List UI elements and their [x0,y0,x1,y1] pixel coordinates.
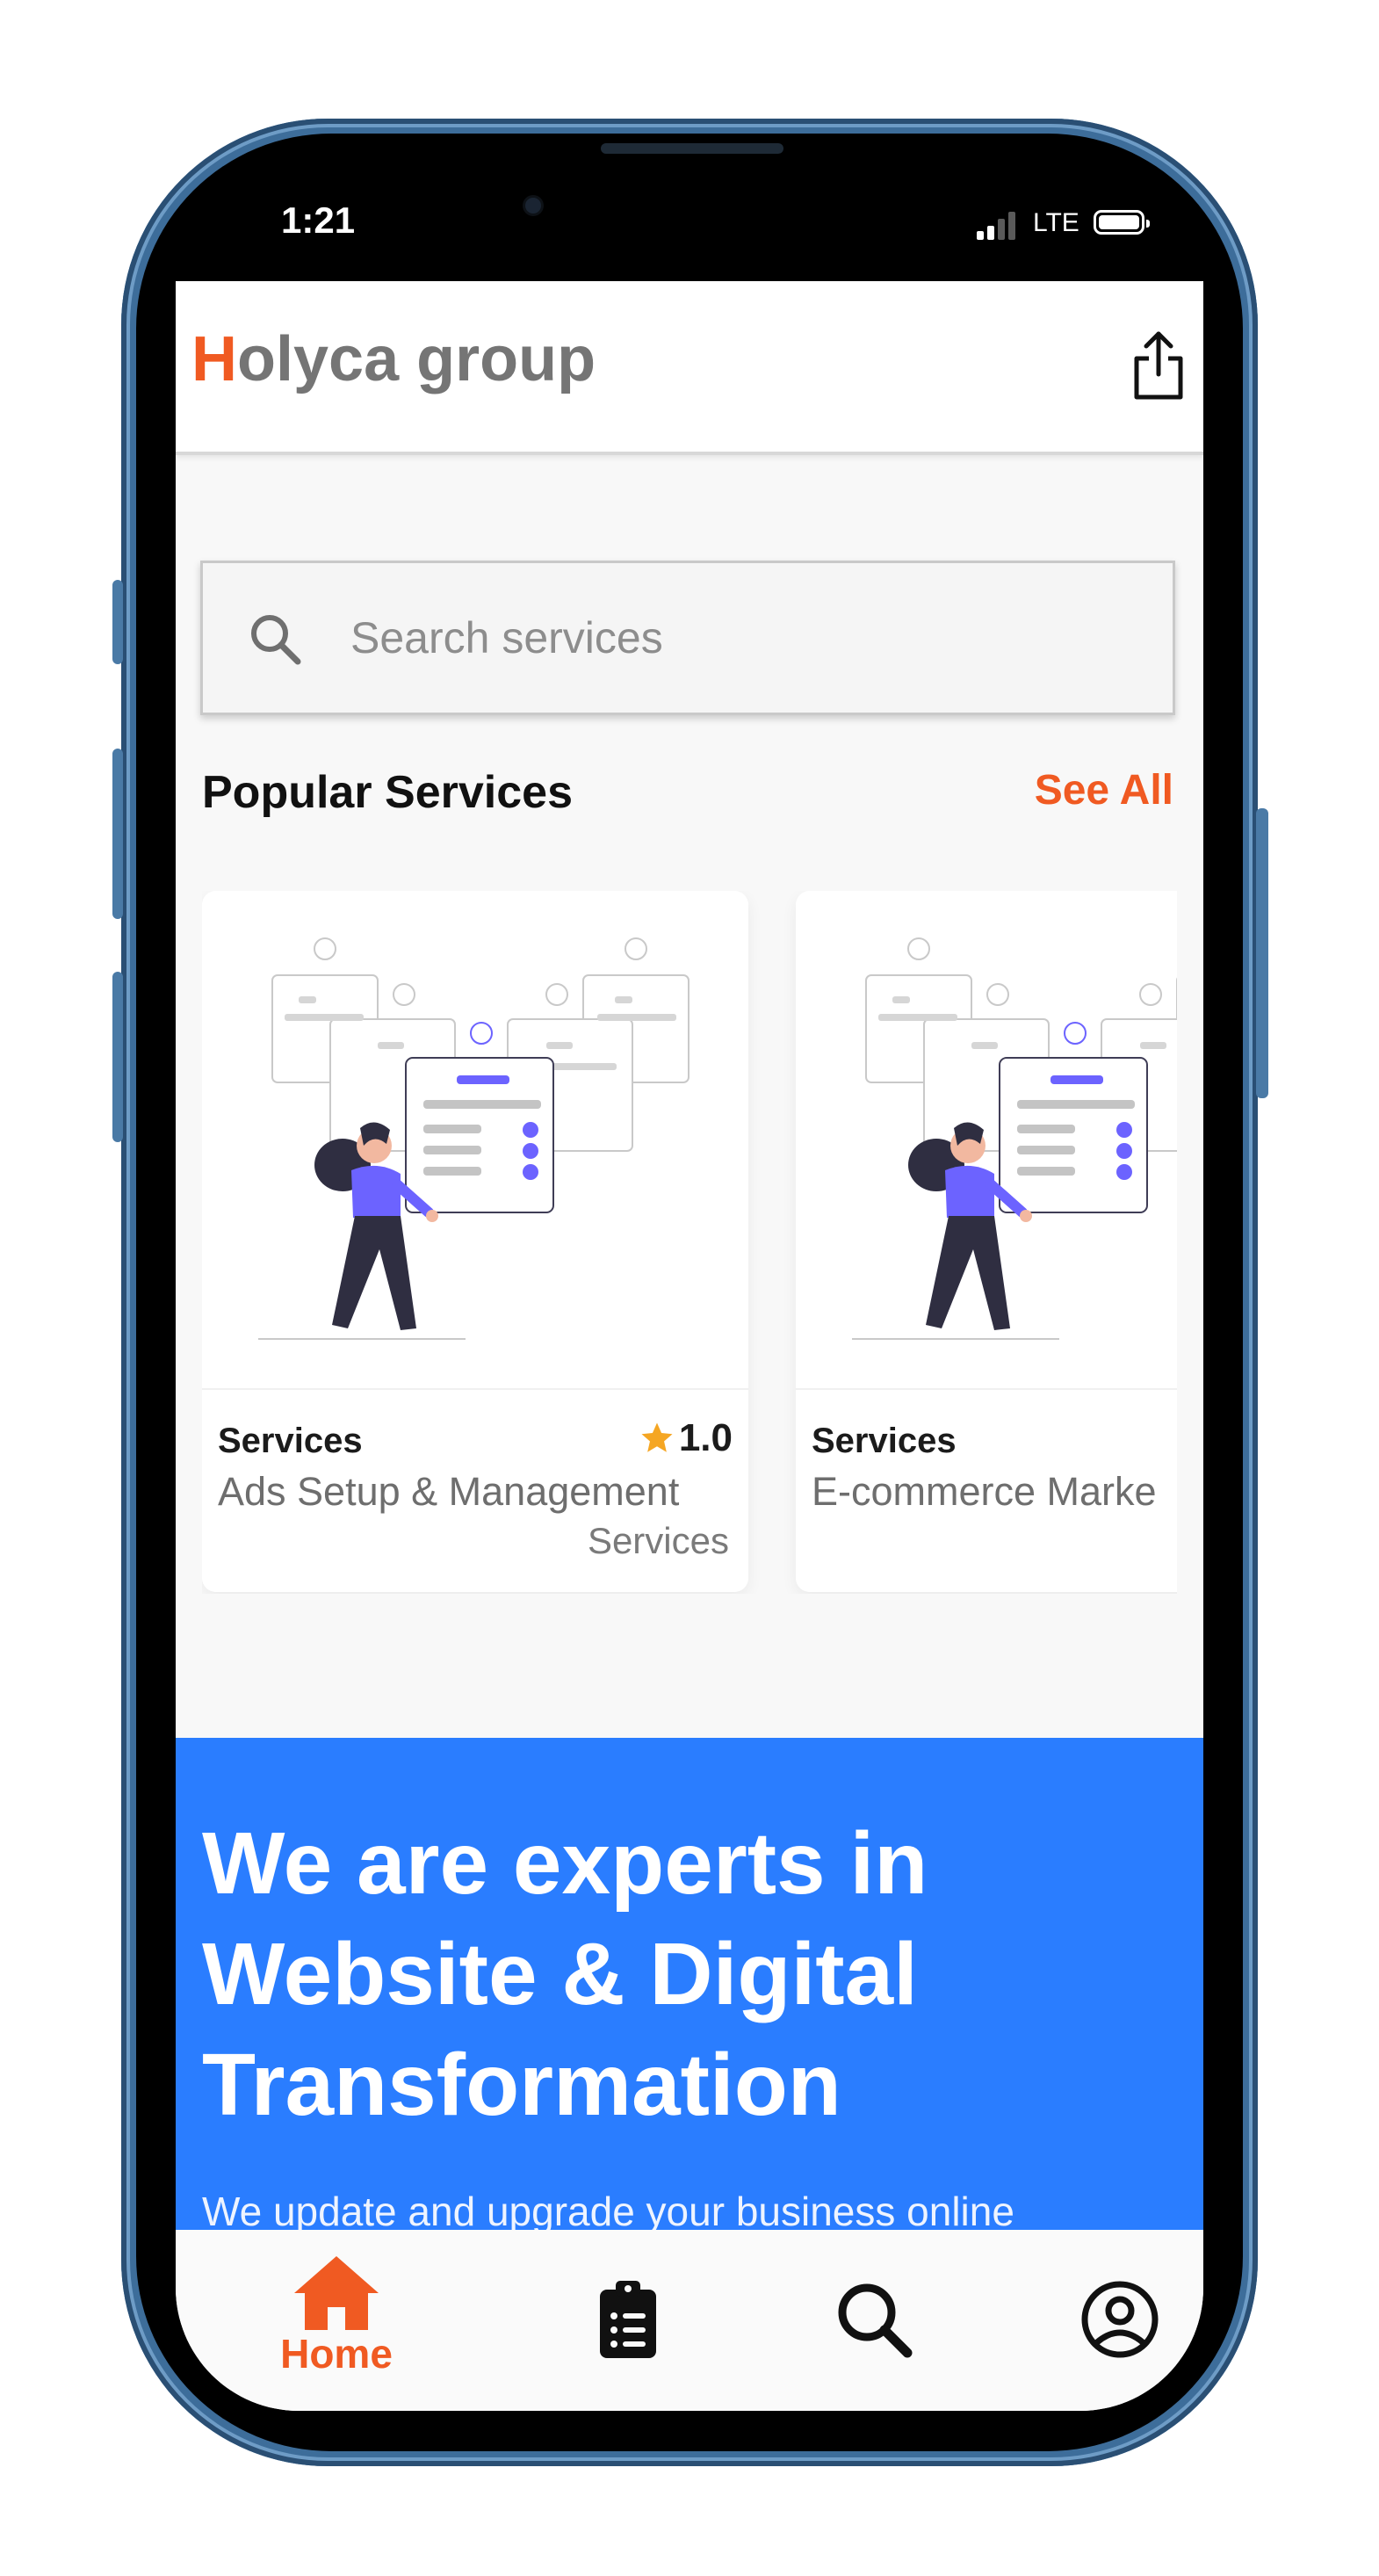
service-category: Services [812,1422,957,1460]
nav-bookings[interactable] [580,2230,676,2411]
service-card[interactable]: Services E-commerce Marke [796,891,1177,1592]
service-name: Ads Setup & Management [218,1469,680,1514]
search-icon [251,615,301,665]
app-title-rest: olyca group [237,324,596,394]
account-icon [1081,2281,1159,2358]
power-button [1256,808,1268,1098]
nav-home-label: Home [280,2331,393,2377]
star-icon [641,1422,673,1452]
network-type: LTE [1033,208,1079,237]
service-illustration [796,891,1177,1383]
earpiece-speaker [601,143,783,154]
signal-icon [977,210,1015,240]
service-category: Services [218,1422,363,1460]
service-card[interactable]: Services 1.0 Ads Setup & Management Serv… [202,891,748,1592]
status-time: 1:21 [281,199,356,241]
battery-icon [1094,210,1150,235]
status-bar: 1:21 LTE [176,198,1203,250]
volume-up-button [112,749,123,919]
search-icon [838,2283,913,2358]
app-title-initial: H [191,324,237,394]
hero-subtitle: We update and upgrade your business onli… [202,2189,1014,2230]
service-rating: 1.0 [639,1416,733,1460]
volume-down-button [112,972,123,1142]
share-icon[interactable] [1131,329,1186,402]
nav-search[interactable] [826,2230,922,2411]
nav-account[interactable] [1072,2230,1168,2411]
hero-title: We are experts in Website & Digital Tran… [202,1814,928,2134]
section-title-popular: Popular Services [202,767,573,818]
service-card-info: Services E-commerce Marke [796,1388,1177,1592]
app-header: Holyca group [176,281,1203,455]
nav-home[interactable]: Home [264,2230,409,2411]
bottom-navigation: Home [176,2230,1203,2411]
app-screen: Holyca group Popular Services See All [176,281,1203,2411]
service-name: E-commerce Marke [812,1469,1157,1514]
search-bar[interactable] [200,561,1175,715]
service-tag: Services [587,1520,729,1561]
hero-banner: We are experts in Website & Digital Tran… [176,1738,1203,2230]
popular-services-carousel[interactable]: Services 1.0 Ads Setup & Management Serv… [202,891,1177,1594]
mute-switch [112,580,123,664]
service-card-info: Services 1.0 Ads Setup & Management Serv… [202,1388,748,1592]
service-illustration [202,891,748,1383]
search-input[interactable] [349,605,1125,670]
service-rating-value: 1.0 [678,1416,733,1459]
app-title: Holyca group [191,323,596,395]
clipboard-list-icon [600,2281,656,2358]
see-all-link[interactable]: See All [1035,766,1173,814]
home-icon [294,2256,379,2330]
